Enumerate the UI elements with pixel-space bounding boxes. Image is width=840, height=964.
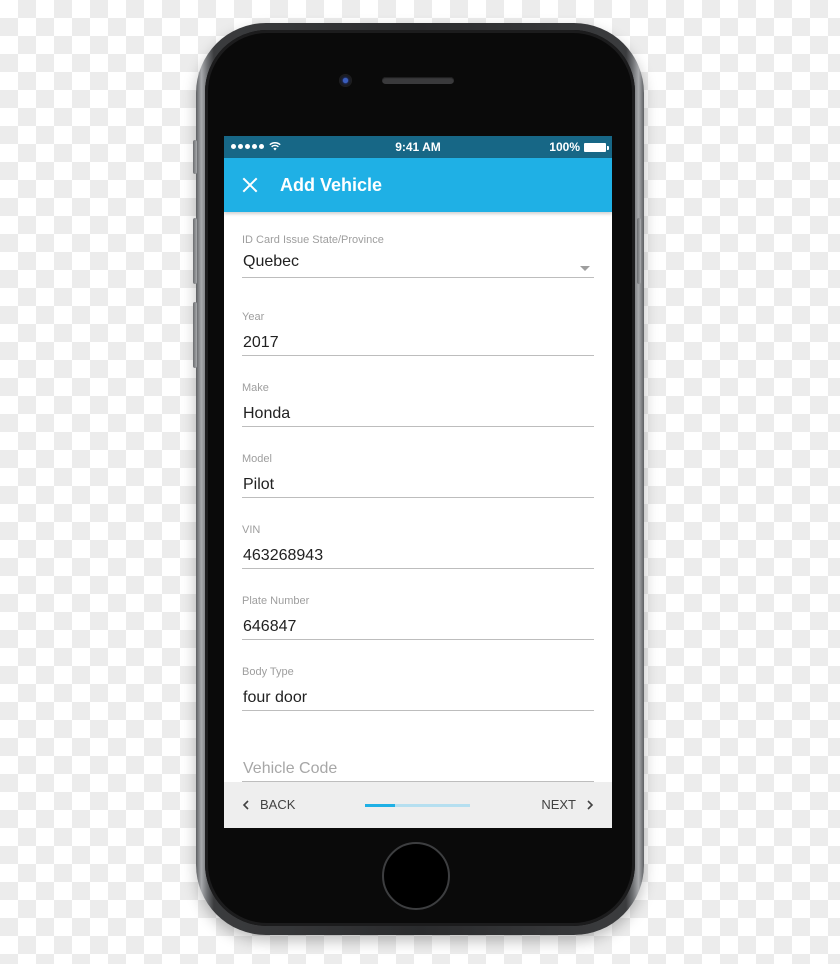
state-province-select[interactable]: Quebec — [242, 253, 594, 278]
year-input[interactable] — [242, 331, 594, 356]
year-field: Year — [242, 289, 594, 360]
power-button — [637, 218, 641, 284]
battery-icon — [584, 142, 609, 152]
vehicle-code-input[interactable] — [242, 757, 594, 782]
vehicle-form: ID Card Issue State/Province Quebec Year… — [224, 212, 612, 786]
field-label: Plate Number — [242, 595, 310, 607]
field-label: Body Type — [242, 666, 294, 678]
body-type-field: Body Type — [242, 644, 594, 715]
make-field: Make — [242, 360, 594, 431]
earpiece-speaker — [382, 77, 454, 84]
vin-field: VIN — [242, 502, 594, 573]
dropdown-arrow-icon[interactable] — [580, 266, 590, 271]
vin-input[interactable] — [242, 544, 594, 569]
battery-indicator: 100% — [549, 140, 609, 154]
vehicle-code-field — [242, 715, 594, 786]
next-button[interactable]: NEXT — [541, 797, 594, 812]
field-label: Model — [242, 453, 272, 465]
back-button[interactable]: BACK — [242, 797, 295, 812]
wizard-nav-bar: BACK NEXT — [224, 782, 612, 828]
field-label: Make — [242, 382, 269, 394]
front-camera — [339, 74, 352, 87]
state-province-field[interactable]: ID Card Issue State/Province Quebec — [242, 212, 594, 289]
progress-fill — [365, 804, 396, 807]
close-icon[interactable] — [241, 176, 259, 194]
make-input[interactable] — [242, 402, 594, 427]
plate-number-input[interactable] — [242, 615, 594, 640]
model-input[interactable] — [242, 473, 594, 498]
chevron-left-icon — [242, 799, 249, 810]
status-bar: 9:41 AM 100% — [224, 136, 612, 158]
page-title: Add Vehicle — [280, 175, 383, 195]
plate-number-field: Plate Number — [242, 573, 594, 644]
mute-switch — [193, 140, 197, 174]
back-label: BACK — [260, 797, 296, 812]
volume-down-button — [193, 302, 197, 368]
progress-bar — [365, 804, 470, 807]
chevron-right-icon — [587, 799, 594, 810]
field-label: VIN — [242, 524, 261, 536]
next-label: NEXT — [541, 797, 576, 812]
app-screen: 9:41 AM 100% Add Vehicle ID Card Issue S… — [224, 136, 612, 828]
battery-percent: 100% — [549, 140, 580, 154]
body-type-input[interactable] — [242, 686, 594, 711]
field-label: ID Card Issue State/Province — [242, 234, 384, 246]
app-bar: Add Vehicle — [224, 158, 612, 212]
field-label: Year — [242, 311, 265, 323]
volume-up-button — [193, 218, 197, 284]
home-button[interactable] — [382, 842, 450, 910]
model-field: Model — [242, 431, 594, 502]
